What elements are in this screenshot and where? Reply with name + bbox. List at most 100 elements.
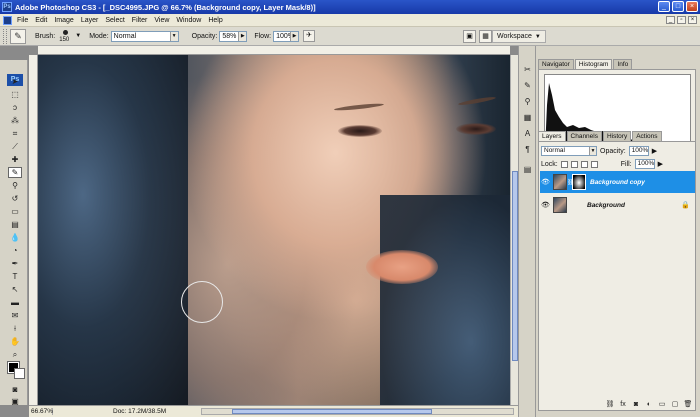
brushes-palette-icon[interactable]: ▦ bbox=[479, 30, 492, 43]
menu-image[interactable]: Image bbox=[54, 17, 73, 24]
brush-tool-preset-icon[interactable]: ✎ bbox=[10, 28, 26, 44]
tool-presets-icon[interactable]: ▣ bbox=[463, 30, 476, 43]
menu-view[interactable]: View bbox=[154, 17, 169, 24]
layer-mask-thumbnail[interactable] bbox=[572, 174, 586, 190]
airbrush-icon[interactable]: ✈ bbox=[303, 30, 316, 42]
color-swatches[interactable] bbox=[7, 361, 28, 382]
menu-window[interactable]: Window bbox=[176, 17, 201, 24]
layer-opacity-input[interactable]: 100% bbox=[628, 146, 649, 156]
layer-name[interactable]: Background bbox=[587, 202, 625, 209]
delete-layer-icon[interactable]: 🗑 bbox=[683, 400, 693, 410]
zoom-level[interactable]: 66.67% bbox=[29, 408, 53, 415]
options-grip[interactable] bbox=[3, 28, 7, 44]
minimize-button[interactable]: _ bbox=[658, 1, 670, 12]
background-color-swatch[interactable] bbox=[14, 368, 25, 379]
menu-filter[interactable]: Filter bbox=[132, 17, 148, 24]
history-brush-tool-icon[interactable]: ↺ bbox=[8, 193, 22, 204]
add-mask-icon[interactable]: ◙ bbox=[631, 400, 641, 410]
brushes-dock-icon[interactable]: ✎ bbox=[522, 80, 533, 91]
tab-histogram[interactable]: Histogram bbox=[574, 59, 613, 69]
menu-edit[interactable]: Edit bbox=[35, 17, 47, 24]
hand-tool-icon[interactable]: ✋ bbox=[8, 336, 22, 347]
lock-position-icon[interactable] bbox=[580, 160, 588, 168]
tool-presets-dock-icon[interactable]: ✂ bbox=[522, 64, 533, 75]
title-bar: Ps Adobe Photoshop CS3 - [_DSC4995.JPG @… bbox=[0, 0, 700, 14]
menu-file[interactable]: File bbox=[17, 17, 28, 24]
tab-channels[interactable]: Channels bbox=[566, 131, 602, 141]
fill-slider-arrow-icon[interactable]: ▶ bbox=[658, 160, 663, 168]
doc-restore-button[interactable]: ▫ bbox=[677, 16, 686, 24]
eraser-tool-icon[interactable]: ▭ bbox=[8, 206, 22, 217]
clone-source-dock-icon[interactable]: ⚲ bbox=[522, 96, 533, 107]
menu-help[interactable]: Help bbox=[208, 17, 222, 24]
tab-info[interactable]: Info bbox=[613, 59, 633, 69]
path-selection-tool-icon[interactable]: ↖ bbox=[8, 284, 22, 295]
blend-mode-select[interactable]: Normal ▼ bbox=[541, 146, 597, 156]
brush-dropdown-icon[interactable]: ▼ bbox=[75, 33, 81, 39]
clone-stamp-tool-icon[interactable]: ⚲ bbox=[8, 180, 22, 191]
zoom-tool-icon[interactable]: ⌕ bbox=[8, 349, 22, 360]
layer-row-background[interactable]: 👁 Background 🔒 bbox=[540, 194, 695, 216]
menu-layer[interactable]: Layer bbox=[81, 17, 99, 24]
opacity-input[interactable]: 58% ▶ bbox=[219, 30, 248, 42]
blur-tool-icon[interactable]: 💧 bbox=[8, 232, 22, 243]
healing-brush-tool-icon[interactable]: ✚ bbox=[8, 154, 22, 165]
navigator-dock-icon[interactable]: ▤ bbox=[522, 164, 533, 175]
notes-tool-icon[interactable]: ✉ bbox=[8, 310, 22, 321]
lock-image-icon[interactable] bbox=[570, 160, 578, 168]
doc-minimize-button[interactable]: _ bbox=[666, 16, 675, 24]
new-layer-icon[interactable]: ▢ bbox=[670, 400, 680, 410]
lasso-tool-icon[interactable]: ↄ bbox=[8, 102, 22, 113]
chevron-right-icon[interactable]: ▶ bbox=[290, 31, 299, 41]
layer-comps-dock-icon[interactable]: ▦ bbox=[522, 112, 533, 123]
character-dock-icon[interactable]: A bbox=[522, 128, 533, 139]
tab-actions[interactable]: Actions bbox=[632, 131, 662, 141]
doc-close-button[interactable]: × bbox=[688, 16, 697, 24]
screen-mode-icon[interactable]: ▣ bbox=[8, 396, 22, 407]
document-menu-icon[interactable] bbox=[3, 15, 12, 25]
horizontal-scroll-thumb[interactable] bbox=[232, 409, 432, 414]
pen-tool-icon[interactable]: ✒ bbox=[8, 258, 22, 269]
workspace-button[interactable]: Workspace ▼ bbox=[492, 30, 546, 43]
type-tool-icon[interactable]: T bbox=[8, 271, 22, 282]
move-tool-icon[interactable]: ➤ bbox=[8, 76, 22, 87]
flow-input[interactable]: 100% ▶ bbox=[273, 30, 300, 42]
brush-tool-icon[interactable]: ✎ bbox=[8, 167, 22, 178]
quick-mask-icon[interactable]: ◙ bbox=[8, 384, 22, 395]
maximize-button[interactable]: □ bbox=[672, 1, 684, 12]
mode-select[interactable]: Normal ▼ bbox=[110, 30, 179, 42]
tab-history[interactable]: History bbox=[602, 131, 632, 141]
fill-input[interactable]: 100% bbox=[634, 159, 655, 169]
visibility-eye-icon[interactable]: 👁 bbox=[540, 178, 551, 186]
paragraph-dock-icon[interactable]: ¶ bbox=[522, 144, 533, 155]
close-button[interactable]: × bbox=[686, 1, 698, 12]
tab-layers[interactable]: Layers bbox=[538, 131, 566, 141]
slice-tool-icon[interactable]: ⟋ bbox=[8, 141, 22, 152]
visibility-eye-icon[interactable]: 👁 bbox=[540, 201, 551, 209]
link-layers-icon[interactable]: ⛓ bbox=[605, 400, 615, 410]
opacity-slider-arrow-icon[interactable]: ▶ bbox=[652, 147, 657, 155]
new-group-icon[interactable]: ▭ bbox=[657, 400, 667, 410]
document-canvas[interactable] bbox=[38, 55, 510, 405]
magic-wand-tool-icon[interactable]: ⁂ bbox=[8, 115, 22, 126]
tab-navigator[interactable]: Navigator bbox=[538, 59, 574, 69]
eyedropper-tool-icon[interactable]: ⟊ bbox=[8, 323, 22, 334]
chevron-right-icon[interactable]: ▶ bbox=[238, 31, 247, 41]
shape-tool-icon[interactable]: ▬ bbox=[8, 297, 22, 308]
vertical-scrollbar[interactable] bbox=[510, 55, 518, 405]
adjustment-layer-icon[interactable]: ◐ bbox=[644, 400, 654, 410]
lock-all-icon[interactable] bbox=[590, 160, 598, 168]
crop-tool-icon[interactable]: ⌗ bbox=[8, 128, 22, 139]
horizontal-scrollbar[interactable] bbox=[201, 408, 514, 415]
brush-picker[interactable]: 150 bbox=[57, 29, 75, 44]
marquee-tool-icon[interactable]: ⬚ bbox=[8, 89, 22, 100]
menu-select[interactable]: Select bbox=[105, 17, 124, 24]
layer-name[interactable]: Background copy bbox=[590, 179, 645, 186]
layer-row-background-copy[interactable]: 👁 ⛓ Background copy bbox=[540, 171, 695, 193]
lock-transparency-icon[interactable] bbox=[560, 160, 568, 168]
layer-style-icon[interactable]: fx bbox=[618, 400, 628, 410]
opacity-value: 58% bbox=[222, 32, 237, 40]
chevron-down-icon: ▼ bbox=[589, 147, 596, 155]
dodge-tool-icon[interactable]: ◔ bbox=[8, 245, 22, 256]
gradient-tool-icon[interactable]: ▤ bbox=[8, 219, 22, 230]
